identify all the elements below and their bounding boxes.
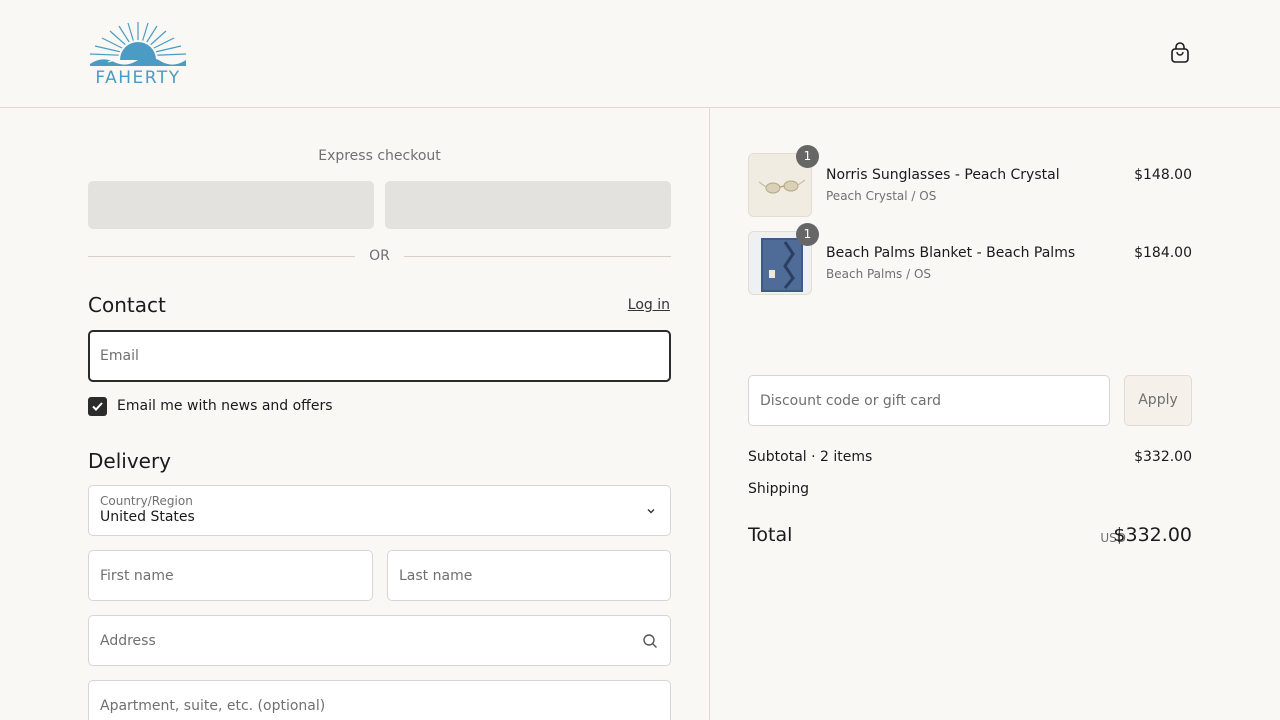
last-name-placeholder: Last name (399, 567, 473, 584)
quantity-badge: 1 (796, 223, 819, 246)
order-summary: 1 Norris Sunglasses - Peach Crystal Peac… (710, 108, 1280, 720)
apply-discount-button[interactable]: Apply (1124, 375, 1192, 426)
email-field[interactable]: Email (88, 330, 671, 382)
total-value: $332.00 (1113, 524, 1192, 546)
first-name-field[interactable]: First name (88, 550, 373, 601)
newsletter-label: Email me with news and offers (117, 398, 333, 414)
country-label: Country/Region (100, 494, 193, 508)
or-divider: OR (88, 248, 671, 266)
search-icon (643, 634, 657, 648)
brand-name: FAHERTY (95, 68, 181, 88)
subtotal-label: Subtotal · 2 items (748, 449, 873, 465)
email-placeholder: Email (100, 348, 139, 364)
sunrise-wave-logo-mark (89, 22, 187, 66)
express-checkout-title: Express checkout (318, 148, 441, 164)
or-text: OR (369, 248, 390, 264)
shopping-bag-icon[interactable] (1168, 41, 1192, 65)
item-price: $184.00 (1134, 245, 1192, 261)
item-name: Norris Sunglasses - Peach Crystal (826, 167, 1060, 183)
express-pay-button-1[interactable] (88, 181, 374, 229)
faherty-logo[interactable]: FAHERTY (88, 20, 188, 88)
express-pay-button-2[interactable] (385, 181, 671, 229)
chevron-down-icon (647, 509, 655, 514)
cart-item: 1 Norris Sunglasses - Peach Crystal Peac… (748, 145, 1192, 217)
cart-item: 1 Beach Palms Blanket - Beach Palms Beac… (748, 223, 1192, 295)
first-name-placeholder: First name (100, 567, 174, 584)
country-value: United States (100, 509, 195, 525)
country-select[interactable]: Country/Region United States (88, 485, 671, 536)
address-placeholder: Address (100, 632, 156, 649)
newsletter-checkbox[interactable] (88, 397, 107, 416)
item-variant: Beach Palms / OS (826, 267, 932, 281)
quantity-badge: 1 (796, 145, 819, 168)
last-name-field[interactable]: Last name (387, 550, 671, 601)
checkout-form: Express checkout OR Contact Log in Email… (0, 108, 710, 720)
address-field[interactable]: Address (88, 615, 671, 666)
contact-title: Contact (88, 293, 166, 317)
apartment-placeholder: Apartment, suite, etc. (optional) (100, 697, 326, 714)
checkmark-icon (92, 402, 103, 411)
discount-code-field[interactable]: Discount code or gift card (748, 375, 1110, 426)
total-label: Total (748, 524, 793, 546)
delivery-title: Delivery (88, 449, 172, 473)
discount-placeholder: Discount code or gift card (760, 392, 941, 409)
login-link[interactable]: Log in (628, 297, 670, 313)
item-name: Beach Palms Blanket - Beach Palms (826, 245, 1076, 261)
item-price: $148.00 (1134, 167, 1192, 183)
shipping-label: Shipping (748, 481, 810, 497)
subtotal-value: $332.00 (1134, 449, 1192, 465)
site-header: FAHERTY (0, 0, 1280, 108)
item-variant: Peach Crystal / OS (826, 189, 937, 203)
apartment-field[interactable]: Apartment, suite, etc. (optional) (88, 680, 671, 720)
